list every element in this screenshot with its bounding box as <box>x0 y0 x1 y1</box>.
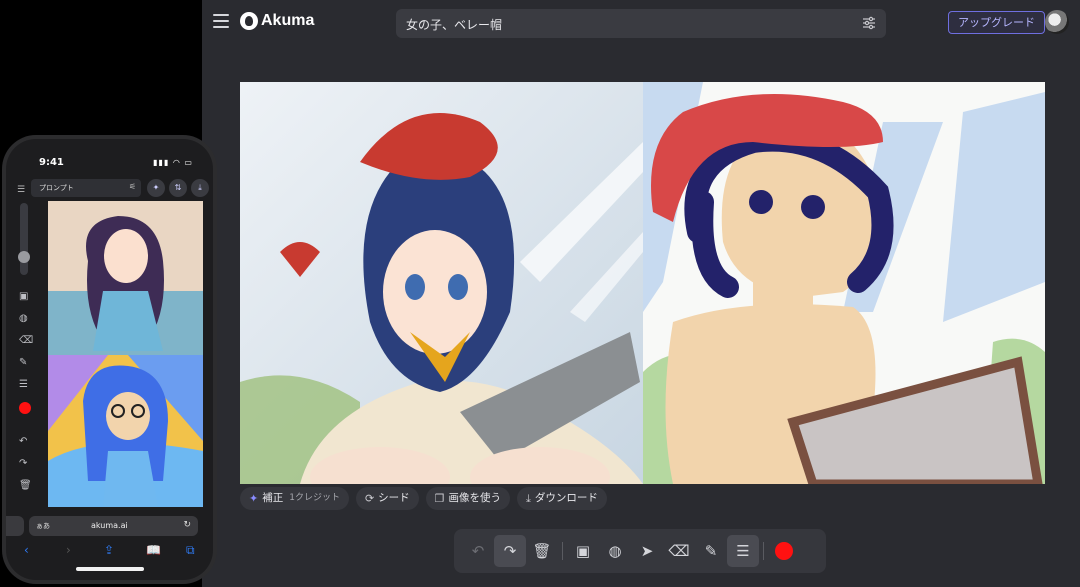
screenshot-root: Akuma 女の子、ベレー帽 アップグレード ✦ 補正 1クレジット ⟳ シード… <box>0 0 1080 587</box>
phone-images[interactable] <box>48 201 203 507</box>
enhance-credits: 1クレジット <box>289 493 340 503</box>
phone-trash-icon[interactable]: 🗑 <box>19 480 32 491</box>
phone-stroke-icon[interactable]: ☰ <box>19 379 28 390</box>
phone-tabs-icon[interactable]: ⧉ <box>186 543 195 558</box>
phone-back-icon[interactable]: ‹ <box>24 543 29 557</box>
prompt-text: 女の子、ベレー帽 <box>406 18 503 32</box>
shapes-icon[interactable]: ◍ <box>599 535 631 567</box>
logo-text: Akuma <box>261 12 315 29</box>
phone-menu-icon[interactable]: ☰ <box>17 185 25 195</box>
toolbar-divider <box>763 542 764 560</box>
phone-prompt-input[interactable]: プロンプト ⚟ <box>31 179 141 197</box>
avatar[interactable] <box>1045 10 1069 34</box>
eraser-icon[interactable]: ⌫ <box>663 535 695 567</box>
download-label: ダウンロード <box>534 492 598 504</box>
phone-pen-icon[interactable]: ✎ <box>19 357 27 368</box>
image-actions: ✦ 補正 1クレジット ⟳ シード ❐ 画像を使う ⤓ ダウンロード <box>240 487 607 510</box>
phone-wand-icon[interactable]: ✦ <box>147 179 165 197</box>
trash-icon[interactable]: 🗑 <box>526 535 558 567</box>
phone-undo-icon[interactable]: ↶ <box>19 436 27 447</box>
sliders-icon[interactable] <box>862 16 876 30</box>
stroke-width-icon[interactable]: ☰ <box>727 535 759 567</box>
cursor-icon[interactable]: ➤ <box>631 535 663 567</box>
phone-image-illustrations <box>48 201 203 507</box>
sketch-canvas[interactable] <box>643 82 1045 484</box>
enhance-label: 補正 <box>262 492 284 504</box>
seed-label: シード <box>378 492 410 504</box>
desktop-app: Akuma 女の子、ベレー帽 アップグレード ✦ 補正 1クレジット ⟳ シード… <box>202 0 1080 587</box>
status-time: 9:41 <box>39 157 64 168</box>
image-icon[interactable]: ▣ <box>567 535 599 567</box>
toolbar-divider <box>562 542 563 560</box>
seed-button[interactable]: ⟳ シード <box>355 487 419 510</box>
redo-icon[interactable]: ↷ <box>494 535 526 567</box>
phone-brush-slider[interactable] <box>18 203 30 275</box>
phone-url-host: akuma.ai <box>91 521 128 530</box>
top-bar: Akuma 女の子、ベレー帽 アップグレード <box>202 0 1080 46</box>
phone-redo-icon[interactable]: ↷ <box>19 458 27 469</box>
color-picker-button[interactable] <box>768 535 800 567</box>
phone-tab-edge[interactable] <box>6 516 24 536</box>
menu-icon[interactable] <box>213 14 229 28</box>
phone-sliders-icon[interactable]: ⚟ <box>129 182 136 191</box>
phone-frame: 9:41 ▮▮▮ ◠ ▭ ☰ プロンプト ⚟ ✦ ⇅ ⤓ ▣ ◍ ⌫ ✎ ☰ ↶… <box>2 135 217 584</box>
phone-address-bar[interactable]: ぁあ akuma.ai ↻ <box>29 516 198 536</box>
phone-share-icon[interactable]: ⇪ <box>104 543 114 557</box>
phone-download-icon[interactable]: ⤓ <box>191 179 209 197</box>
download-icon: ⤓ <box>526 492 531 505</box>
sketch-drawing <box>643 82 1045 484</box>
phone-home-indicator <box>76 567 144 571</box>
color-swatch <box>775 542 793 560</box>
refresh-icon: ⟳ <box>364 492 375 505</box>
prompt-input[interactable]: 女の子、ベレー帽 <box>396 9 886 38</box>
logo-mark-icon <box>240 12 258 30</box>
phone-forward-icon[interactable]: › <box>66 543 71 557</box>
pen-icon[interactable]: ✎ <box>695 535 727 567</box>
use-image-label: 画像を使う <box>448 492 502 504</box>
phone-text-size-button[interactable]: ぁあ <box>36 521 50 531</box>
undo-icon[interactable]: ↶ <box>462 535 494 567</box>
phone-image-icon[interactable]: ▣ <box>19 291 28 302</box>
upgrade-button[interactable]: アップグレード <box>948 11 1045 34</box>
download-button[interactable]: ⤓ ダウンロード <box>517 487 607 510</box>
generated-image-illustration <box>240 82 643 484</box>
phone-eraser-icon[interactable]: ⌫ <box>19 335 33 346</box>
phone-reload-icon[interactable]: ↻ <box>183 520 191 530</box>
phone-swap-icon[interactable]: ⇅ <box>169 179 187 197</box>
phone-bookmarks-icon[interactable]: 📖 <box>146 543 161 557</box>
sparkle-icon: ✦ <box>249 492 259 505</box>
canvas-area[interactable] <box>240 82 1045 484</box>
phone-screen: 9:41 ▮▮▮ ◠ ▭ ☰ プロンプト ⚟ ✦ ⇅ ⤓ ▣ ◍ ⌫ ✎ ☰ ↶… <box>6 139 213 580</box>
enhance-button[interactable]: ✦ 補正 1クレジット <box>240 487 349 510</box>
phone-shapes-icon[interactable]: ◍ <box>19 313 28 324</box>
use-image-button[interactable]: ❐ 画像を使う <box>425 487 511 510</box>
phone-prompt-label: プロンプト <box>39 184 74 192</box>
phone-color-swatch[interactable] <box>19 402 31 414</box>
generated-image <box>240 82 643 484</box>
logo[interactable]: Akuma <box>240 12 314 30</box>
drawing-toolbar: ↶ ↷ 🗑 ▣ ◍ ➤ ⌫ ✎ ☰ <box>454 529 826 573</box>
status-icons: ▮▮▮ ◠ ▭ <box>153 158 193 167</box>
copy-image-icon: ❐ <box>434 492 445 505</box>
